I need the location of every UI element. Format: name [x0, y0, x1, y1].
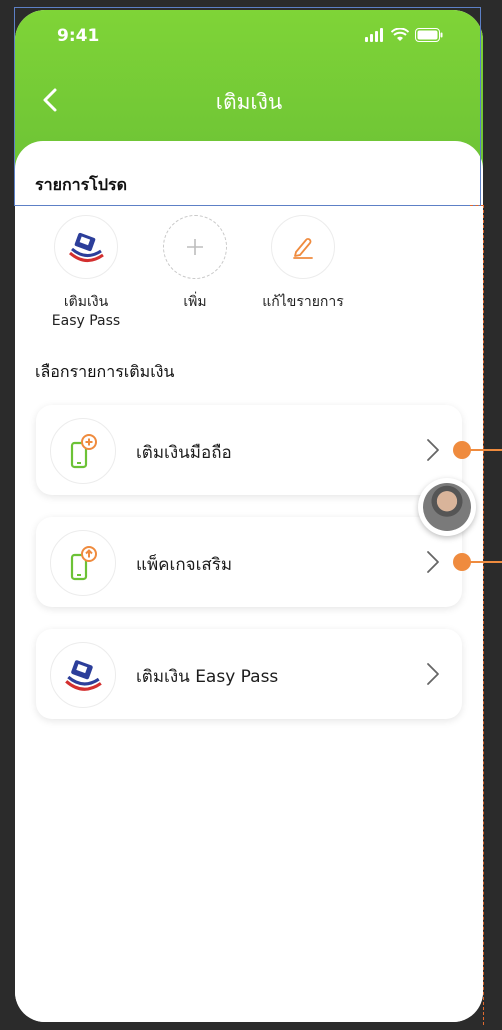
- chevron-right-icon: [427, 663, 439, 685]
- avatar: [423, 483, 471, 531]
- phone-screen: 9:41 เติมเงิน รายการโปรด เติมเงิน Easy P…: [15, 10, 483, 1022]
- favorite-label: แก้ไขรายการ: [262, 294, 344, 310]
- topup-item-easy-pass[interactable]: เติมเงิน Easy Pass: [36, 629, 462, 719]
- signal-icon: [365, 28, 383, 42]
- mobile-topup-icon: [70, 434, 97, 469]
- favorite-label: เพิ่ม: [183, 294, 207, 310]
- favorite-item-easy-pass[interactable]: เติมเงิน Easy Pass: [26, 215, 146, 331]
- add-favorite-circle: [163, 215, 227, 279]
- topup-section-title: เลือกรายการเติมเงิน: [35, 362, 175, 381]
- annotation-hotspot[interactable]: [453, 553, 471, 571]
- favorite-item-edit[interactable]: แก้ไขรายการ: [243, 215, 363, 312]
- card-label: เติมเงินมือถือ: [136, 443, 232, 463]
- card-icon-circle: [50, 642, 116, 708]
- topup-item-mobile[interactable]: เติมเงินมือถือ: [36, 405, 462, 495]
- pencil-edit-icon: [293, 238, 313, 259]
- annotation-dashed-line: [483, 205, 484, 1025]
- favorites-section-title: รายการโปรด: [35, 175, 127, 194]
- easy-pass-logo-icon: [69, 232, 104, 262]
- easy-pass-logo-icon: [65, 660, 102, 691]
- favorite-item-add[interactable]: เพิ่ม: [135, 215, 255, 312]
- plus-icon: [187, 239, 203, 255]
- topup-item-package[interactable]: แพ็คเกจเสริม: [36, 517, 462, 607]
- status-time: 9:41: [57, 26, 100, 46]
- card-label: แพ็คเกจเสริม: [136, 555, 233, 575]
- mobile-package-icon: [70, 546, 97, 581]
- chevron-right-icon: [427, 439, 439, 461]
- battery-icon: [415, 28, 443, 42]
- status-icons: [365, 28, 443, 42]
- annotation-hotspot[interactable]: [453, 441, 471, 459]
- favorite-label-line2: Easy Pass: [51, 312, 121, 329]
- edit-favorite-circle: [271, 215, 335, 279]
- card-icon-circle: [50, 418, 116, 484]
- page-title: เติมเงิน: [215, 90, 283, 114]
- wifi-icon: [391, 28, 409, 41]
- card-icon-circle: [50, 530, 116, 596]
- annotation-dashed-connector: [470, 205, 484, 206]
- card-label: เติมเงิน Easy Pass: [136, 667, 279, 687]
- chevron-right-icon: [427, 551, 439, 573]
- avatar-button[interactable]: [418, 478, 476, 536]
- favorite-label-line1: เติมเงิน: [63, 294, 109, 310]
- favorite-icon-circle: [54, 215, 118, 279]
- favorite-label: เติมเงิน Easy Pass: [26, 293, 146, 331]
